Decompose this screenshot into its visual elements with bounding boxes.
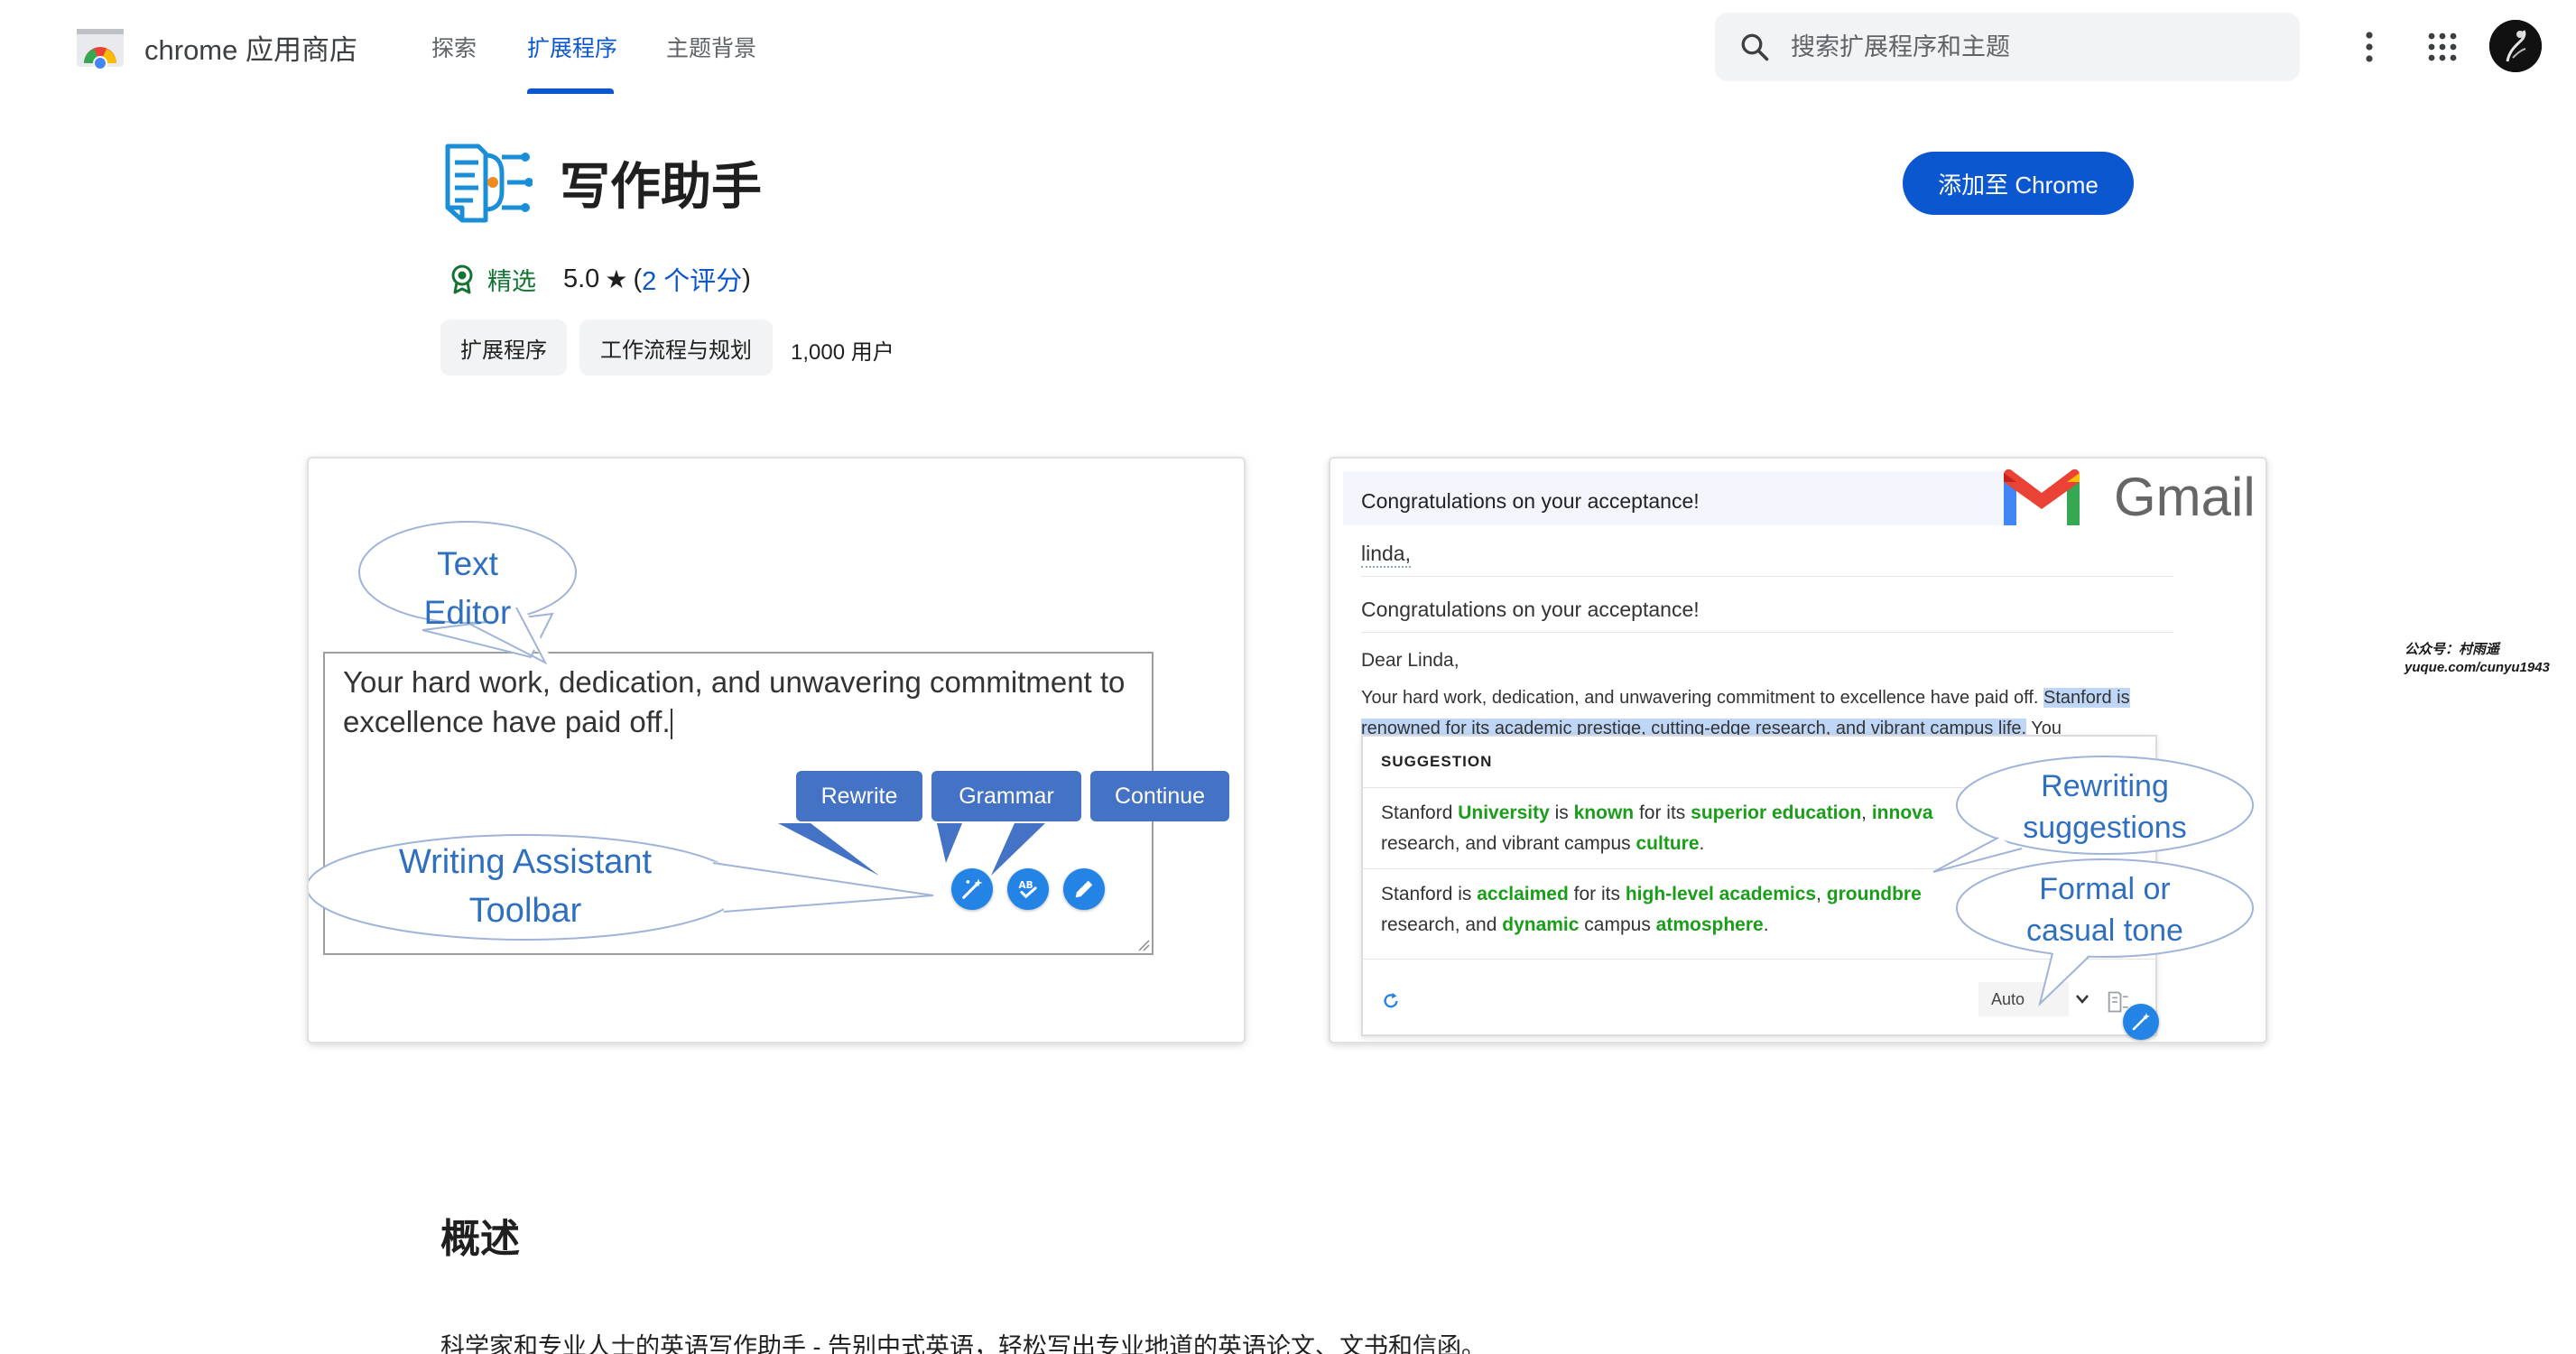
tab-explore[interactable]: 探索 [431,0,477,94]
grammar-button[interactable]: Grammar [931,771,1081,821]
svg-text:AB: AB [1019,880,1033,891]
user-count: 1,000 用户 [791,340,894,365]
active-tab-indicator [527,88,614,94]
continue-pencil-icon[interactable] [1063,868,1105,910]
tab-themes[interactable]: 主题背景 [666,0,756,94]
screenshot-writing-toolbar[interactable]: Your hard work, dedication, and unwaveri… [307,457,1246,1043]
overview-text: 科学家和专业人士的英语写作助手 - 告别中式英语，轻松写出专业地道的英语论文、文… [440,1333,1486,1354]
chrome-web-store-logo[interactable] [76,23,125,69]
bubble-tone: Formal or casual tone [2026,872,2183,948]
featured-badge-icon [451,264,473,294]
overview-title: 概述 [440,1217,520,1261]
search-input[interactable] [1791,13,2278,81]
callout-shapes-gmail [1932,756,2254,1007]
watermark: 公众号：村雨遥 yuque.com/cunyu1943 [2405,642,2550,675]
featured-label: 精选 [487,268,536,295]
bubble-writing-toolbar: Writing Assistant Toolbar [398,843,653,930]
rewrite-magic-icon[interactable] [951,868,993,910]
avatar[interactable] [2489,20,2542,72]
add-to-chrome-button[interactable]: 添加至 Chrome [1903,152,2134,215]
search-box[interactable] [1715,13,2300,81]
ratings-paren-close: ) [742,264,751,293]
bubble-rewriting-suggestions: Rewriting suggestions [2023,769,2187,845]
category-chip-extensions[interactable]: 扩展程序 [440,320,567,376]
grammar-check-icon[interactable]: AB [1007,868,1049,910]
star-icon: ★ [605,264,628,293]
apps-grid-icon[interactable] [2426,31,2459,63]
category-chip-workflow[interactable]: 工作流程与规划 [579,320,773,376]
top-bar: chrome 应用商店 探索 扩展程序 主题背景 [0,0,2576,94]
tab-extensions[interactable]: 扩展程序 [527,0,617,94]
rating-value: 5.0 [563,264,600,293]
bubble-text-editor: Text Editor [423,545,512,631]
rating: 5.0 ★ (2 个评分) [563,260,751,298]
more-vert-icon[interactable] [2356,27,2383,67]
extension-title: 写作助手 [560,158,762,215]
ratings-link[interactable]: 2 个评分 [642,260,742,298]
search-icon[interactable] [1738,31,1771,63]
store-name[interactable]: chrome 应用商店 [144,27,357,68]
screenshot-gmail-suggestions[interactable]: Congratulations on your acceptance! Gmai… [1329,457,2267,1043]
continue-button[interactable]: Continue [1090,771,1229,821]
rewrite-button[interactable]: Rewrite [796,771,922,821]
ratings-paren-open: ( [633,264,643,293]
writing-assistant-extension-icon [445,144,533,223]
